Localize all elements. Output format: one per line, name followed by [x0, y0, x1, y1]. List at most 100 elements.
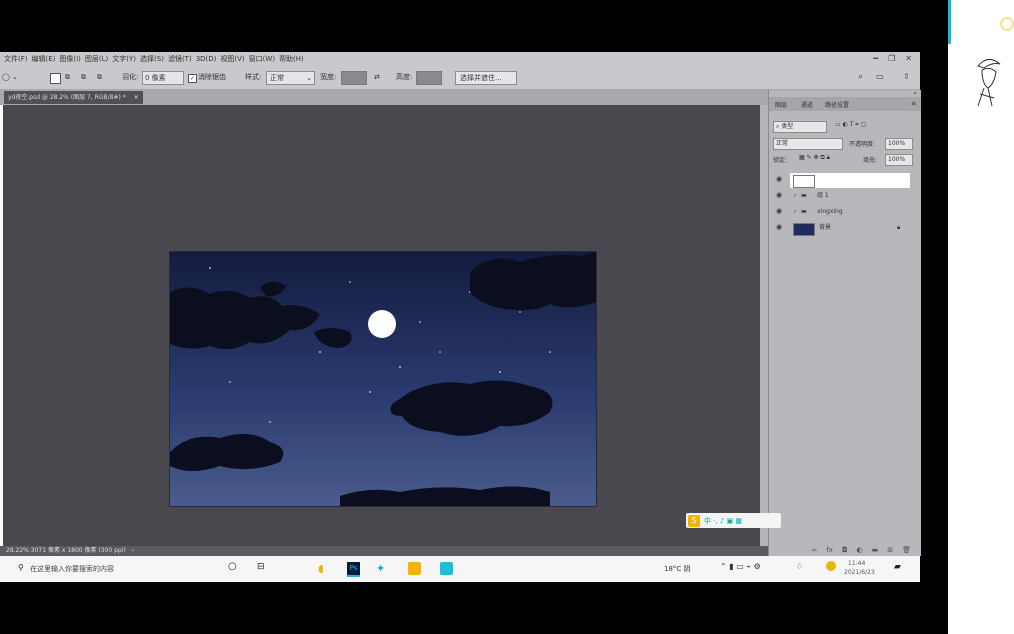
menu-layer[interactable]: 图层(L) [85, 54, 108, 64]
fill-input[interactable]: 100% [885, 154, 913, 166]
weather-text[interactable]: 18°C 阴 [664, 564, 691, 574]
document-tab[interactable]: yd夜空.psd @ 28.2% (图层 7, RGB/8#) * ✕ [4, 91, 143, 104]
tab-layers[interactable]: 图层 [775, 100, 787, 109]
cortana-icon[interactable]: ○ [228, 561, 237, 572]
intersect-selection-icon[interactable]: ⧉ [97, 71, 102, 83]
menu-view[interactable]: 视图(V) [220, 54, 244, 64]
style-select[interactable]: 正常 ⌄ [266, 71, 315, 85]
filter-icons[interactable]: ▭ ◐ T ⌗ ▢ [835, 121, 866, 129]
sogou-icon: S [688, 514, 700, 527]
menu-help[interactable]: 帮助(H) [279, 54, 304, 64]
blend-mode-select[interactable]: 正常 [773, 138, 843, 150]
menu-image[interactable]: 图像(I) [59, 54, 81, 64]
menu-edit[interactable]: 编辑(E) [32, 54, 56, 64]
panel-menu-icon[interactable]: ≡ [911, 100, 916, 107]
mask-icon[interactable]: ◘ [842, 546, 848, 554]
tool-icon[interactable]: ◯ ⌄ [2, 71, 18, 83]
menu-select[interactable]: 选择(S) [140, 54, 164, 64]
cyan-app-icon[interactable] [440, 562, 453, 575]
tab-channels[interactable]: 通道 [801, 100, 813, 109]
document-tab-bar: yd夜空.psd @ 28.2% (图层 7, RGB/8#) * ✕ [0, 90, 768, 105]
status-arrow-icon[interactable]: › [132, 547, 134, 554]
width-input[interactable] [341, 71, 367, 85]
feather-input[interactable]: 0 像素 [142, 71, 184, 85]
moon [368, 310, 396, 338]
tab-close-icon[interactable]: ✕ [134, 94, 139, 101]
chevron-right-icon[interactable]: › [794, 188, 796, 203]
adjustment-icon[interactable]: ◐ [857, 546, 863, 554]
style-label: 样式: [245, 73, 262, 81]
photoshop-window: 文件(F) 编辑(E) 图像(I) 图层(L) 文字(Y) 选择(S) 滤镜(T… [0, 52, 921, 582]
character-sketch-icon [977, 59, 1001, 107]
chevron-right-icon[interactable]: › [794, 204, 796, 219]
layer-name: 背景 [819, 224, 832, 231]
layer-name: xingxing [817, 208, 843, 215]
clock-time[interactable]: 11:44 [848, 560, 865, 567]
select-and-mask-button[interactable]: 选择并遮住... [455, 71, 517, 85]
delete-icon[interactable]: 🗑︎ [902, 546, 911, 554]
lock-icon: 🔒︎ [897, 224, 901, 231]
new-layer-icon[interactable]: ⊞ [887, 546, 893, 554]
canvas-scrollbar[interactable] [760, 105, 768, 546]
bird-app-icon[interactable]: ✦ [376, 562, 389, 575]
share-icon[interactable]: ⇪ [903, 71, 910, 83]
lock-icons[interactable]: ▦ ✎ ✥ ⧉ 🔒︎ [799, 154, 830, 162]
restore-icon[interactable]: ❐ [888, 54, 895, 63]
subtract-selection-icon[interactable]: ⧉ [81, 71, 86, 83]
lock-row: 锁定: ▦ ✎ ✥ ⧉ 🔒︎ 填充: 100% [773, 154, 917, 166]
minimize-icon[interactable]: ━ [873, 54, 878, 63]
menu-filter[interactable]: 滤镜(T) [168, 54, 192, 64]
height-input[interactable] [416, 71, 442, 85]
fx-icon[interactable]: fx [826, 546, 833, 554]
document-tab-title: yd夜空.psd @ 28.2% (图层 7, RGB/8#) * [8, 94, 126, 101]
close-icon[interactable]: ✕ [905, 54, 912, 63]
layer-row-selected[interactable]: ◉ [773, 172, 910, 188]
folder-icon: ▬ [801, 208, 807, 215]
filter-kind-select[interactable]: ⌕ 类型 [773, 121, 827, 133]
canvas-area[interactable] [3, 105, 760, 547]
notification-area-icon[interactable]: ♢ [796, 562, 803, 571]
clock-date[interactable]: 2021/6/23 [844, 569, 875, 576]
status-text: 28.22% 3071 像素 x 1800 像素 (300 ppi) [6, 547, 126, 554]
workspace-icon[interactable]: ▭ [876, 71, 884, 83]
blend-row: 正常 不透明度: 100% [773, 138, 917, 150]
opacity-input[interactable]: 100% [885, 138, 913, 150]
action-center-icon[interactable]: ▰ [894, 562, 901, 572]
group-icon[interactable]: ▬ [872, 546, 879, 554]
collapse-icon[interactable]: » [913, 90, 917, 97]
swap-icon[interactable]: ⇄ [374, 71, 380, 83]
window-controls: ━ ❐ ✕ [873, 52, 912, 65]
menu-file[interactable]: 文件(F) [4, 54, 28, 64]
link-icon[interactable]: ∞ [812, 546, 818, 554]
ime-toolbar[interactable]: S 中 ·, ♪ ▣ ▦ [686, 513, 781, 528]
antialias-label: 消除锯齿 [198, 73, 226, 81]
search-icon[interactable]: ⌕ [858, 71, 863, 83]
eye-icon[interactable]: ◉ [776, 220, 782, 235]
accent-bar [948, 0, 951, 44]
tab-paths[interactable]: 路径设置 [825, 100, 849, 109]
task-view-icon[interactable]: ⊟ [257, 562, 265, 572]
eye-icon[interactable]: ◉ [776, 204, 782, 219]
menu-window[interactable]: 窗口(W) [249, 54, 275, 64]
sogou-app-icon[interactable] [408, 562, 421, 575]
layer-row-group[interactable]: ◉ › ▬ 组 1 [773, 188, 910, 203]
menu-3d[interactable]: 3D(D) [196, 55, 217, 63]
sun-icon [1000, 17, 1014, 31]
tray-icons[interactable]: ⌃ ▮ ▭ ⌁ ⚙ [720, 562, 761, 571]
antialias-checkbox[interactable]: ✓ [188, 74, 197, 83]
new-selection-icon[interactable] [50, 73, 61, 84]
app-tray-icon[interactable] [826, 561, 836, 571]
eye-icon[interactable]: ◉ [776, 188, 782, 203]
night-sky-artwork[interactable] [169, 251, 597, 507]
layer-row-background[interactable]: ◉ 背景 🔒︎ [773, 220, 910, 236]
photoshop-icon[interactable]: Ps [347, 562, 360, 577]
eye-icon[interactable]: ◉ [776, 172, 782, 187]
menu-type[interactable]: 文字(Y) [112, 54, 136, 64]
search-box[interactable]: 在这里输入你要搜索的内容 [30, 564, 114, 574]
app-icon-yellow[interactable]: ◖ [318, 562, 331, 575]
add-selection-icon[interactable]: ⧉ [65, 71, 70, 83]
options-bar: ◯ ⌄ ⧉ ⧉ ⧉ 羽化: 0 像素 ✓ 消除锯齿 样式: 正常 ⌄ 宽度: ⇄ … [0, 65, 920, 90]
layer-row-stars[interactable]: ◉ › ▬ xingxing [773, 204, 910, 219]
style-value: 正常 [270, 74, 284, 82]
panel-tabs: 图层 通道 路径设置 ≡ [769, 97, 921, 111]
